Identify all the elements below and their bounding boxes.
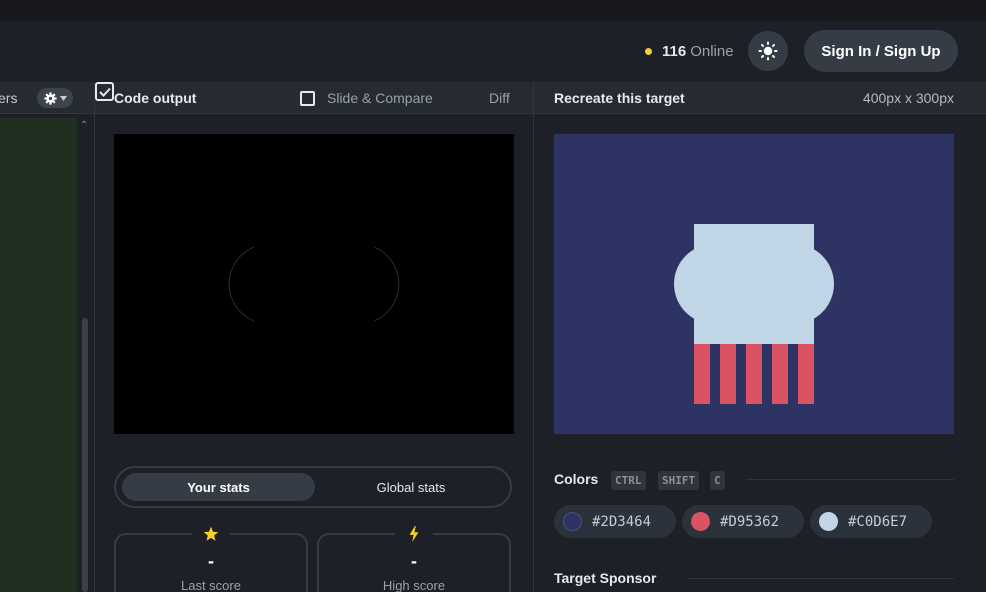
theme-toggle-button[interactable]	[748, 31, 788, 71]
output-title: Code output	[114, 90, 197, 106]
stats-tab-switcher: Your stats Global stats	[114, 466, 512, 508]
high-score-card: - High score	[317, 523, 511, 592]
target-dimensions: 400px x 300px	[862, 90, 954, 106]
checkmark-icon	[98, 87, 111, 97]
target-artwork	[554, 134, 954, 434]
diff-checkbox[interactable]	[95, 82, 114, 101]
color-swatch[interactable]: #D95362	[682, 505, 804, 538]
top-strip	[0, 0, 986, 21]
sponsor-divider	[688, 578, 954, 579]
tab-global-stats[interactable]: Global stats	[316, 473, 506, 501]
colors-divider	[746, 479, 954, 480]
kbd-shift: SHIFT	[658, 471, 700, 490]
last-score-card: - Last score	[114, 523, 308, 592]
high-score-label: High score	[382, 578, 446, 592]
sign-in-button[interactable]: Sign In / Sign Up	[804, 30, 958, 72]
target-title: Recreate this target	[554, 90, 685, 106]
online-count: 116	[662, 42, 687, 60]
gear-icon	[43, 91, 57, 105]
editor-pane: ers ⌃	[0, 82, 94, 592]
target-header: Recreate this target 400px x 300px	[534, 82, 986, 114]
online-dot	[645, 47, 652, 55]
sun-icon	[758, 41, 778, 61]
diff-label[interactable]: Diff	[489, 90, 510, 106]
diff-outline	[228, 246, 400, 322]
lightning-icon	[395, 523, 433, 545]
last-score-value: -	[208, 551, 214, 571]
kbd-ctrl: CTRL	[611, 471, 646, 490]
online-indicator: 116 Online	[645, 41, 734, 61]
high-score-value: -	[411, 551, 417, 571]
editor-tab-label[interactable]: ers	[0, 90, 17, 106]
editor-settings-button[interactable]	[37, 88, 73, 108]
swatch-hex: #2D3464	[592, 513, 652, 530]
last-score-label: Last score	[181, 578, 241, 592]
color-swatch[interactable]: #2D3464	[554, 505, 676, 538]
swatch-hex: #D95362	[720, 513, 780, 530]
colors-title: Colors	[554, 471, 599, 487]
swatch-dot	[691, 512, 710, 531]
editor-header: ers	[0, 82, 94, 114]
color-swatch[interactable]: #C0D6E7	[810, 505, 932, 538]
code-editor[interactable]	[0, 118, 77, 592]
editor-scrollbar[interactable]: ⌃	[78, 118, 92, 592]
pane-divider[interactable]	[94, 82, 95, 592]
online-label: Online	[690, 42, 734, 60]
sponsor-title: Target Sponsor	[554, 570, 657, 586]
target-image	[554, 134, 954, 434]
tab-your-stats[interactable]: Your stats	[122, 473, 315, 501]
chevron-down-icon	[59, 95, 67, 101]
star-icon	[192, 523, 230, 545]
slide-compare-checkbox[interactable]	[300, 91, 315, 106]
slide-compare-label[interactable]: Slide & Compare	[327, 90, 433, 106]
scroll-up-icon[interactable]: ⌃	[80, 120, 88, 131]
swatch-dot	[563, 512, 582, 531]
code-output-canvas[interactable]	[114, 134, 514, 434]
output-header: Code output Slide & Compare Diff	[95, 82, 533, 114]
swatch-hex: #C0D6E7	[848, 513, 908, 530]
pane-divider[interactable]	[533, 82, 534, 592]
kbd-c: C	[710, 471, 725, 490]
scroll-thumb[interactable]	[82, 318, 88, 592]
swatch-dot	[819, 512, 838, 531]
